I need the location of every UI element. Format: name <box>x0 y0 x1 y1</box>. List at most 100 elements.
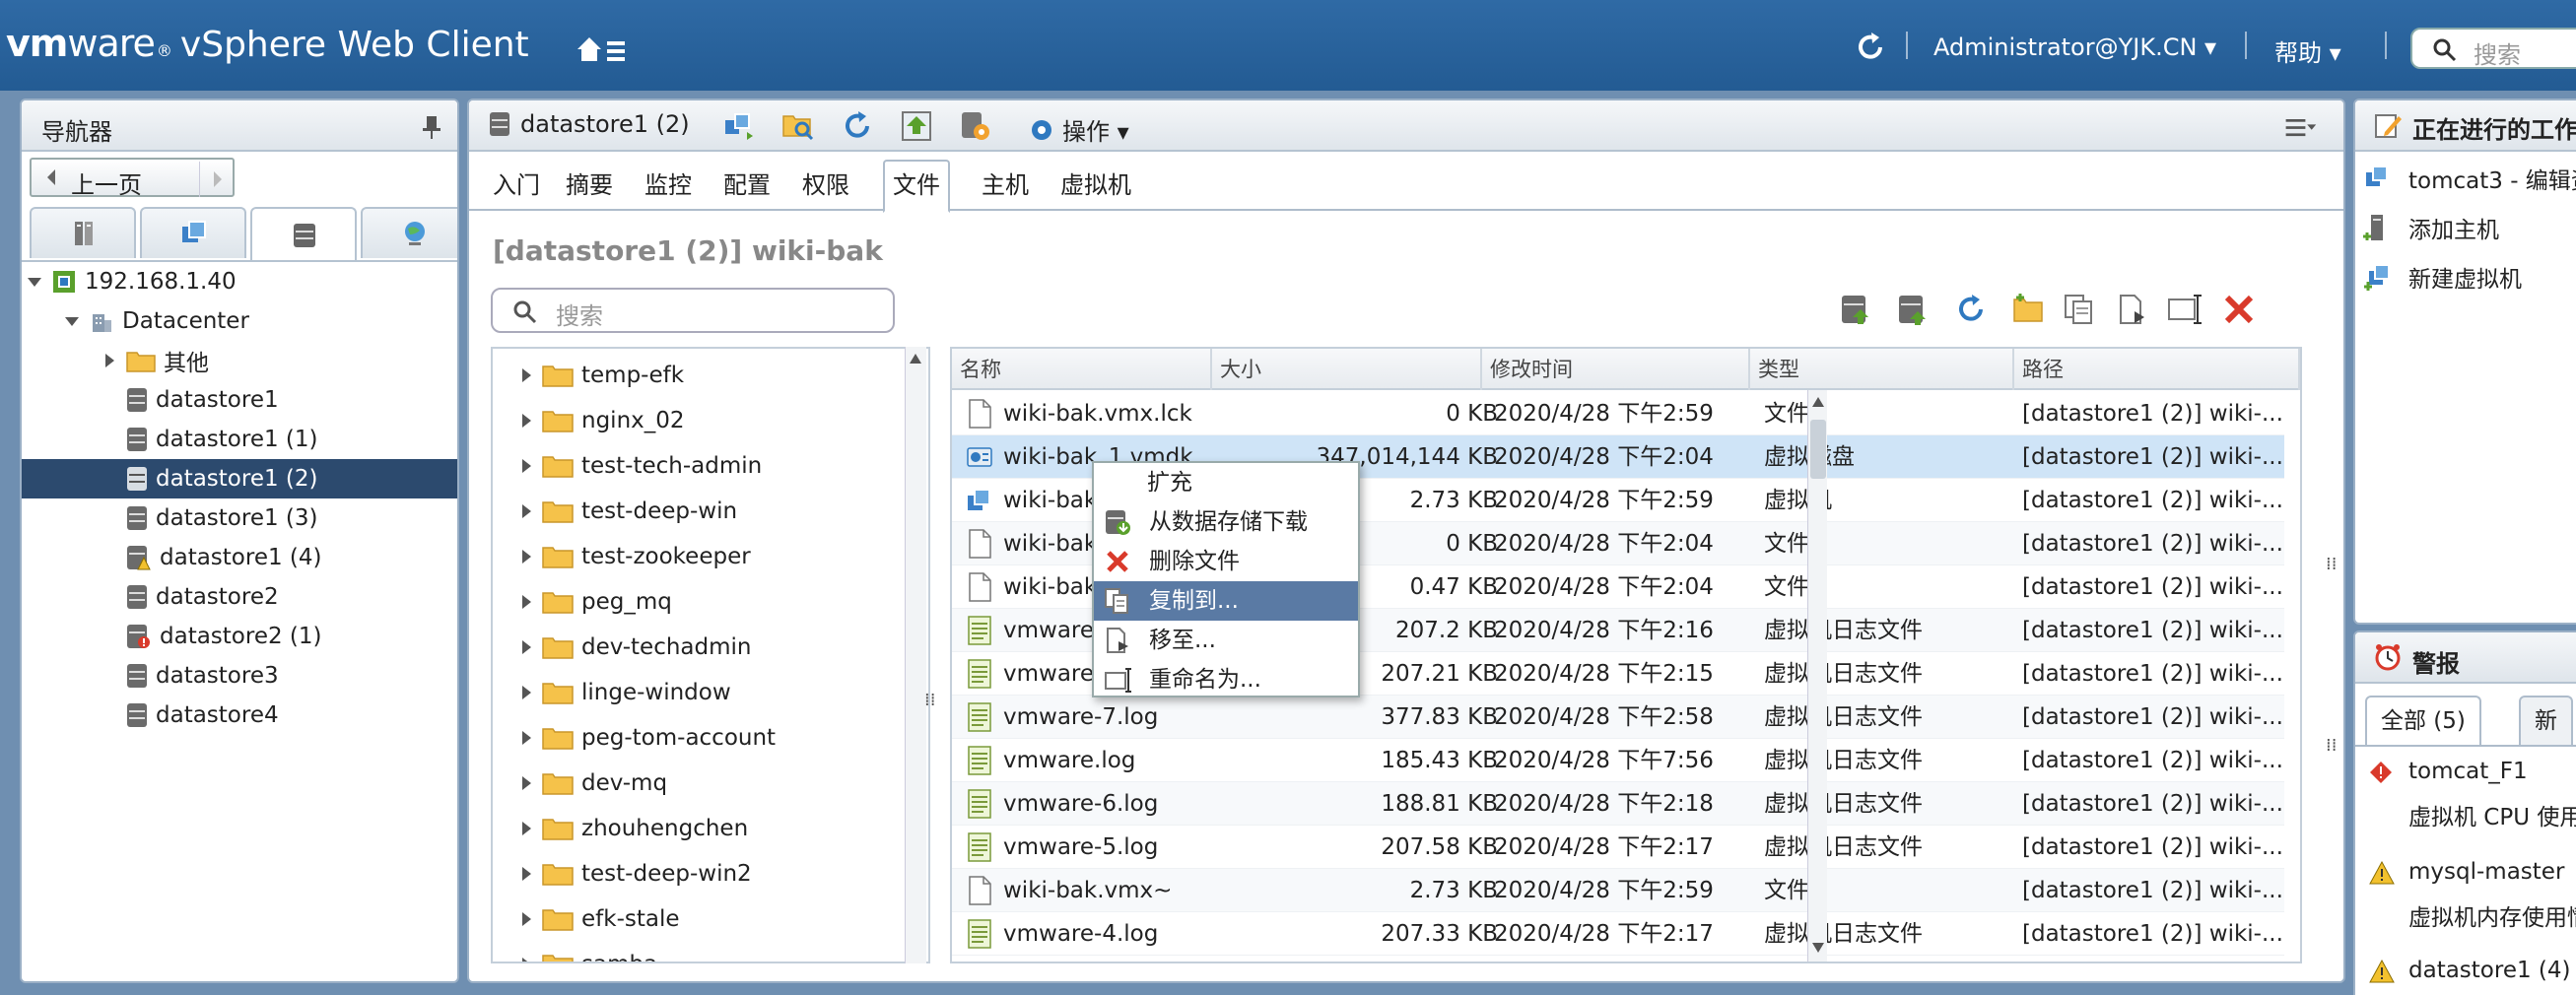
folder-tree-scrollbar[interactable] <box>905 347 926 963</box>
upload-file-icon[interactable] <box>1837 292 1872 327</box>
folder-item[interactable]: temp-efk <box>493 353 684 398</box>
menu-item-move-to[interactable]: 移至... <box>1094 621 1358 660</box>
splitter-handle-icon[interactable]: ⁞⁞ <box>2326 554 2337 574</box>
file-row[interactable]: vmware.log 185.43 KB 2020/4/28 下午7:56 虚拟机日志… <box>952 739 2284 782</box>
splitter-handle-icon[interactable]: ⁞⁞ <box>2326 735 2337 756</box>
splitter-handle-icon[interactable]: ⁞⁞ <box>924 690 935 710</box>
scroll-thumb[interactable] <box>1810 420 1826 479</box>
expander-right-icon[interactable] <box>518 820 534 837</box>
copy-icon[interactable] <box>2062 292 2097 327</box>
file-row[interactable]: vmware-5.log 207.58 KB 2020/4/28 下午2:17 虚拟机… <box>952 826 2284 869</box>
expander-down-icon[interactable] <box>63 312 81 330</box>
file-row[interactable]: vmware-4.log 207.33 KB 2020/4/28 下午2:17 虚拟机… <box>952 912 2284 956</box>
tab-new-alarms[interactable]: 新 <box>2519 696 2573 745</box>
global-search-input[interactable]: 搜索 <box>2410 28 2576 69</box>
expander-right-icon[interactable] <box>518 457 534 475</box>
tree-node-datastore[interactable]: datastore2 (1) <box>22 617 457 656</box>
expander-right-icon[interactable] <box>518 548 534 565</box>
expander-right-icon[interactable] <box>518 956 534 962</box>
folder-item[interactable]: peg_mq <box>493 579 672 625</box>
file-row[interactable]: vmware-7.log 377.83 KB 2020/4/28 下午2:58 虚拟机… <box>952 696 2284 739</box>
delete-icon[interactable] <box>2221 292 2257 327</box>
file-row[interactable]: vmware-6.log 188.81 KB 2020/4/28 下午2:18 虚拟机… <box>952 782 2284 826</box>
column-header-name[interactable]: 名称 <box>952 349 1212 390</box>
upload-icon[interactable] <box>899 108 934 144</box>
expander-right-icon[interactable] <box>518 684 534 701</box>
list-options-icon[interactable] <box>2282 110 2318 146</box>
menu-item-inflate[interactable]: 扩充 <box>1094 463 1358 502</box>
browse-files-icon[interactable] <box>780 108 816 144</box>
tree-node-datastore[interactable]: datastore1 (1) <box>22 420 457 459</box>
tree-node-datastore[interactable]: datastore1 (4) <box>22 538 457 577</box>
column-header-modified[interactable]: 修改时间 <box>1482 349 1750 390</box>
forward-button[interactable] <box>199 162 235 197</box>
tree-node-datastore[interactable]: datastore3 <box>22 656 457 696</box>
tree-node-vcenter[interactable]: 192.168.1.40 <box>22 262 457 301</box>
tab-vms-templates[interactable] <box>140 207 246 258</box>
folder-item[interactable]: dev-techadmin <box>493 625 752 670</box>
folder-item[interactable]: zhouhengchen <box>493 806 748 851</box>
actions-menu[interactable]: 操作 ▾ <box>1027 112 1129 147</box>
menu-item-copy-to[interactable]: 复制到... <box>1094 581 1358 621</box>
expander-right-icon[interactable] <box>518 593 534 611</box>
tab-hosts-clusters[interactable] <box>30 207 136 258</box>
upload-folder-icon[interactable] <box>1894 292 1930 327</box>
tree-node-datastore[interactable]: datastore1 <box>22 380 457 420</box>
rename-icon[interactable] <box>2166 292 2202 327</box>
tab-storage[interactable] <box>250 207 357 262</box>
folder-item[interactable]: test-tech-admin <box>493 443 762 489</box>
expander-right-icon[interactable] <box>518 502 534 520</box>
folder-item[interactable]: samba <box>493 942 657 962</box>
task-item[interactable]: tomcat3 - 编辑资 <box>2363 156 2576 201</box>
expander-down-icon[interactable] <box>26 273 43 291</box>
scroll-down-icon[interactable] <box>1811 942 1825 954</box>
tab-vms[interactable]: 虚拟机 <box>1052 166 1139 211</box>
tree-node-datastore[interactable]: datastore4 <box>22 696 457 735</box>
expander-right-icon[interactable] <box>518 774 534 792</box>
scroll-up-icon[interactable] <box>1811 396 1825 408</box>
home-menu-icon[interactable] <box>574 30 629 69</box>
migrate-vm-icon[interactable] <box>721 108 757 144</box>
folder-item[interactable]: test-deep-win2 <box>493 851 752 896</box>
menu-item-rename[interactable]: 重命名为... <box>1094 660 1358 699</box>
file-table-scrollbar[interactable] <box>1807 390 1827 962</box>
column-header-type[interactable]: 类型 <box>1750 349 2014 390</box>
tab-configure[interactable]: 配置 <box>715 166 779 211</box>
task-item[interactable]: 添加主机 <box>2363 205 2499 250</box>
tab-networking[interactable] <box>361 207 457 258</box>
file-row[interactable]: wiki-bak.vmx.lck 0 KB 2020/4/28 下午2:59 文件 [d… <box>952 392 2284 435</box>
task-item[interactable]: 新建虚拟机 <box>2363 254 2522 299</box>
tab-summary[interactable]: 摘要 <box>558 166 621 211</box>
tree-node-datastore[interactable]: datastore2 <box>22 577 457 617</box>
user-menu[interactable]: Administrator@YJK.CN ▾ <box>1933 33 2216 61</box>
expander-right-icon[interactable] <box>518 366 534 384</box>
folder-item[interactable]: test-deep-win <box>493 489 737 534</box>
back-button[interactable]: 上一页 <box>30 158 235 199</box>
pin-icon[interactable] <box>420 114 443 140</box>
folder-item[interactable]: test-zookeeper <box>493 534 751 579</box>
refresh-icon[interactable] <box>1953 292 1989 327</box>
tab-files[interactable]: 文件 <box>883 160 950 213</box>
folder-item[interactable]: peg-tom-account <box>493 715 776 761</box>
file-row[interactable]: wiki-bak.vmx~ 2.73 KB 2020/4/28 下午2:59 文件 [d… <box>952 869 2284 912</box>
folder-item[interactable]: dev-mq <box>493 761 667 806</box>
column-header-size[interactable]: 大小 <box>1212 349 1482 390</box>
folder-item[interactable]: efk-stale <box>493 896 680 942</box>
expander-right-icon[interactable] <box>518 865 534 883</box>
expander-right-icon[interactable] <box>518 412 534 430</box>
tree-node-folder-other[interactable]: 其他 <box>22 341 457 380</box>
folder-item[interactable]: nginx_02 <box>493 398 685 443</box>
folder-item[interactable]: linge-window <box>493 670 731 715</box>
tree-node-datacenter[interactable]: Datacenter <box>22 301 457 341</box>
tab-monitor[interactable]: 监控 <box>637 166 700 211</box>
refresh-icon[interactable] <box>1853 30 1888 65</box>
tab-all-alarms[interactable]: 全部 (5) <box>2365 696 2481 745</box>
move-icon[interactable] <box>2115 292 2150 327</box>
expander-right-icon[interactable] <box>518 910 534 928</box>
expander-right-icon[interactable] <box>101 352 118 369</box>
tab-hosts[interactable]: 主机 <box>974 166 1037 211</box>
column-header-path[interactable]: 路径 <box>2014 349 2300 390</box>
tab-permissions[interactable]: 权限 <box>794 166 857 211</box>
help-menu[interactable]: 帮助 ▾ <box>2274 33 2341 68</box>
expander-right-icon[interactable] <box>518 729 534 747</box>
